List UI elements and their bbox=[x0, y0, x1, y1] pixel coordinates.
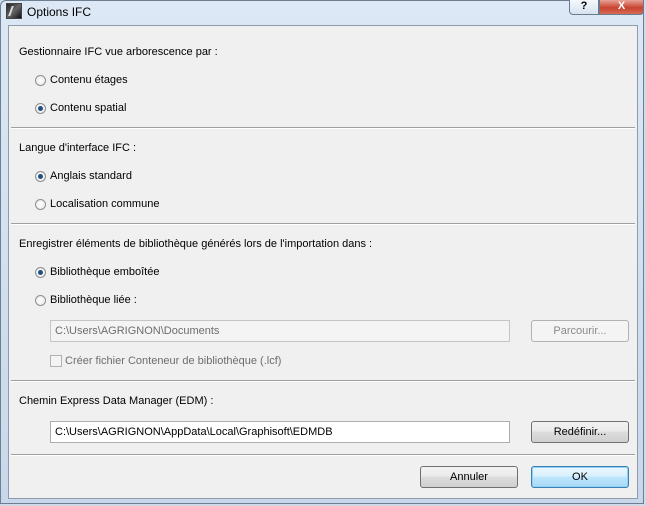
radio-common-localization[interactable] bbox=[35, 199, 46, 210]
separator bbox=[11, 223, 635, 225]
separator bbox=[11, 380, 635, 382]
create-container-label[interactable]: Créer fichier Conteneur de bibliothèque … bbox=[65, 355, 281, 367]
create-container-checkbox[interactable] bbox=[50, 355, 62, 367]
edm-path-field[interactable]: C:\Users\AGRIGNON\AppData\Local\Graphiso… bbox=[50, 421, 510, 443]
browse-button[interactable]: Parcourir... bbox=[531, 320, 629, 342]
help-button[interactable]: ? bbox=[569, 0, 599, 15]
radio-common-localization-label[interactable]: Localisation commune bbox=[50, 198, 159, 210]
tree-view-heading: Gestionnaire IFC vue arborescence par : bbox=[19, 46, 218, 58]
edm-heading: Chemin Express Data Manager (EDM) : bbox=[19, 395, 214, 407]
window-title: Options IFC bbox=[27, 5, 92, 19]
language-heading: Langue d'interface IFC : bbox=[19, 142, 137, 154]
radio-english-standard-label[interactable]: Anglais standard bbox=[50, 170, 132, 182]
close-button[interactable]: X bbox=[599, 0, 644, 15]
radio-linked-library[interactable] bbox=[35, 295, 46, 306]
linked-library-path-field[interactable]: C:\Users\AGRIGNON\Documents bbox=[50, 320, 510, 342]
reset-button[interactable]: Redéfinir... bbox=[531, 421, 629, 443]
radio-linked-library-label[interactable]: Bibliothèque liée : bbox=[50, 294, 137, 306]
radio-content-spatial[interactable] bbox=[35, 103, 46, 114]
radio-content-spatial-label[interactable]: Contenu spatial bbox=[50, 102, 126, 114]
radio-content-floors[interactable] bbox=[35, 75, 46, 86]
radio-embedded-library[interactable] bbox=[35, 267, 46, 278]
cancel-button[interactable]: Annuler bbox=[420, 466, 518, 488]
archicad-app-icon bbox=[6, 3, 22, 19]
dialog-window: Options IFC ? X Gestionnaire IFC vue arb… bbox=[0, 0, 644, 504]
radio-embedded-library-label[interactable]: Bibliothèque emboîtée bbox=[50, 266, 159, 278]
radio-content-floors-label[interactable]: Contenu étages bbox=[50, 74, 128, 86]
title-bar[interactable]: Options IFC ? X bbox=[1, 0, 644, 23]
separator bbox=[11, 454, 635, 456]
separator bbox=[11, 127, 635, 129]
library-heading: Enregistrer éléments de bibliothèque gén… bbox=[19, 238, 373, 250]
dialog-content: Gestionnaire IFC vue arborescence par : … bbox=[8, 25, 638, 499]
radio-english-standard[interactable] bbox=[35, 171, 46, 182]
ok-button[interactable]: OK bbox=[531, 466, 629, 488]
